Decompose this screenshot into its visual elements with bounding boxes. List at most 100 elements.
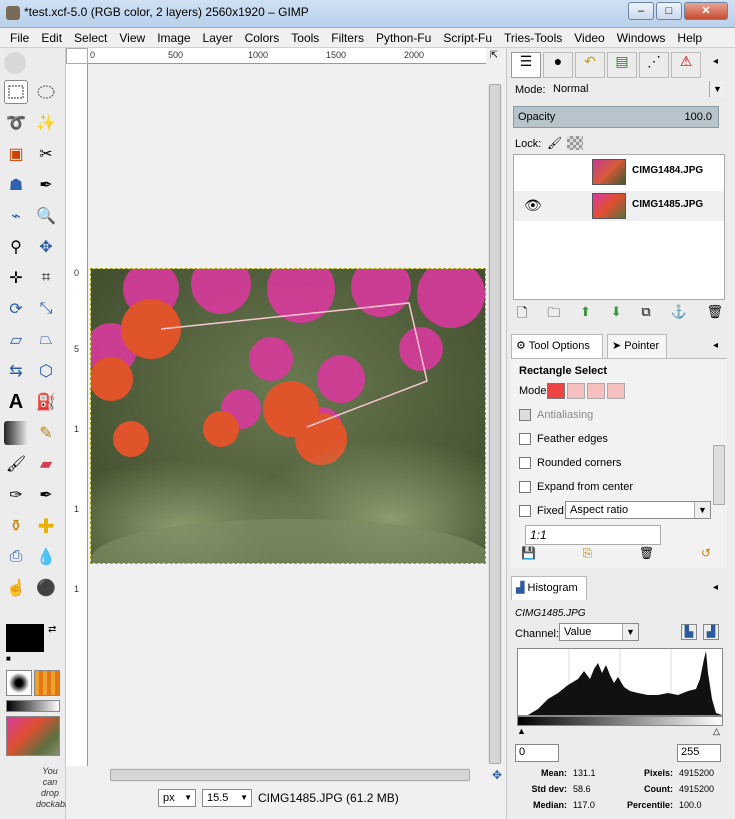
scissors-tool-icon[interactable]: ✂ [34, 142, 58, 166]
lock-alpha-icon[interactable] [567, 136, 583, 150]
swap-colors-icon[interactable]: ⇄ [48, 624, 56, 635]
pencil-tool-icon[interactable]: ✎ [34, 421, 58, 445]
antialiasing-option[interactable]: Antialiasing [519, 409, 593, 422]
lower-layer-icon[interactable]: ⬇ [611, 304, 622, 326]
rounded-option[interactable]: Rounded corners [519, 457, 621, 470]
mode-add-icon[interactable] [567, 383, 585, 399]
close-button[interactable]: ✕ [684, 2, 728, 20]
rotate-tool-icon[interactable]: ⟳ [4, 297, 28, 321]
vertical-scrollbar[interactable] [488, 84, 502, 764]
rect-select-tool-icon[interactable] [4, 80, 28, 104]
delete-layer-icon[interactable]: 🗑 [706, 304, 723, 326]
duplicate-layer-icon[interactable]: ⧉ [641, 304, 650, 326]
menu-image[interactable]: Image [151, 28, 196, 47]
expand-checkbox[interactable] [519, 481, 531, 494]
foreground-select-tool-icon[interactable]: ☗ [4, 173, 28, 197]
airbrush-tool-icon[interactable]: ✑ [4, 483, 28, 507]
tool-options-scrollbar[interactable] [713, 445, 725, 505]
histogram-graph[interactable] [517, 648, 723, 716]
paths-tool-icon[interactable]: ✒ [34, 173, 58, 197]
smudge-tool-icon[interactable]: ☝ [4, 576, 28, 600]
mode-subtract-icon[interactable] [587, 383, 605, 399]
cage-tool-icon[interactable]: ⬡ [34, 359, 58, 383]
crop-tool-icon[interactable]: ⌗ [34, 266, 58, 290]
linear-histogram-icon[interactable]: ▙ [681, 624, 697, 640]
anchor-layer-icon[interactable]: ⚓ [670, 304, 686, 326]
flip-tool-icon[interactable]: ⇆ [4, 359, 28, 383]
blend-tool-icon[interactable] [4, 421, 28, 445]
aspect-ratio-field[interactable]: 1:1 [525, 525, 661, 545]
log-histogram-icon[interactable]: ▟ [703, 624, 719, 640]
feather-option[interactable]: Feather edges [519, 433, 608, 446]
menu-python-fu[interactable]: Python-Fu [370, 28, 437, 47]
scale-tool-icon[interactable]: ⤡ [34, 297, 58, 321]
restore-options-icon[interactable]: ⎘ [583, 546, 593, 561]
menu-edit[interactable]: Edit [35, 28, 68, 47]
measure-tool-icon[interactable]: ⚲ [4, 235, 28, 259]
text-tool-icon[interactable]: A [4, 390, 28, 414]
range-low-spin[interactable]: 0 [515, 744, 559, 762]
layer-row[interactable]: 👁 CIMG1485.JPG [514, 191, 724, 221]
minimize-button[interactable]: ‒ [628, 2, 654, 20]
perspective-tool-icon[interactable]: ⏢ [34, 328, 58, 352]
range-high-spin[interactable]: 255 [677, 744, 721, 762]
channels-tab-icon[interactable]: ▤ [607, 52, 637, 78]
align-tool-icon[interactable]: ✛ [4, 266, 28, 290]
layer-mode-select[interactable]: Normal ▼ [549, 81, 725, 99]
clone-tool-icon[interactable]: ⚱ [4, 514, 28, 538]
configure-tab-icon[interactable]: ◂ [713, 340, 718, 351]
fuzzy-select-tool-icon[interactable]: ✨ [34, 111, 58, 135]
feather-checkbox[interactable] [519, 433, 531, 446]
tab-tool-options[interactable]: ⚙ Tool Options [511, 334, 603, 358]
image-canvas[interactable] [90, 268, 486, 564]
horizontal-scroll-thumb[interactable] [110, 769, 470, 781]
quick-mask-corner[interactable] [66, 48, 88, 64]
navigate-icon[interactable]: ✥ [492, 768, 502, 782]
lock-pixels-icon[interactable]: 🖌 [547, 136, 562, 150]
pattern-preview[interactable] [34, 670, 60, 696]
horizontal-scrollbar[interactable] [110, 768, 470, 782]
free-select-tool-icon[interactable]: ➰ [4, 111, 28, 135]
fixed-checkbox[interactable] [519, 505, 531, 518]
range-low-marker-icon[interactable]: ▲ [517, 726, 526, 736]
heal-tool-icon[interactable]: ✚ [34, 514, 58, 538]
delete-options-icon[interactable]: 🗑 [639, 546, 654, 561]
zoom-select[interactable]: 15.5 ▼ [202, 789, 252, 807]
save-options-icon[interactable]: 💾 [521, 546, 536, 561]
eraser-tool-icon[interactable]: ▰ [34, 452, 58, 476]
zoom-fit-icon[interactable]: ⇱ [488, 50, 500, 62]
configure-tab-icon[interactable]: ◂ [713, 582, 718, 593]
expand-option[interactable]: Expand from center [519, 481, 633, 494]
new-layer-group-icon[interactable]: 🗀 [547, 304, 560, 326]
range-high-marker-icon[interactable]: △ [713, 726, 720, 737]
menu-tries-tools[interactable]: Tries-Tools [498, 28, 568, 47]
color-select-tool-icon[interactable]: ▣ [4, 142, 28, 166]
ink-tool-icon[interactable]: ✒ [34, 483, 58, 507]
horizontal-ruler[interactable]: 0 500 1000 1500 2000 [88, 48, 486, 64]
gradient-preview[interactable] [6, 700, 60, 712]
dodge-burn-tool-icon[interactable]: ⚫ [34, 576, 58, 600]
opacity-slider[interactable]: Opacity 100.0 [513, 106, 719, 128]
menu-file[interactable]: File [4, 28, 35, 47]
tab-pointer[interactable]: ➤ Pointer [607, 334, 667, 358]
layer-row[interactable]: CIMG1484.JPG [514, 157, 724, 187]
brushes-tab-icon[interactable]: ● [543, 52, 573, 78]
fixed-option[interactable]: Fixed: [519, 505, 567, 518]
eye-visibility-icon[interactable]: 👁 [524, 197, 542, 214]
paths-tab-icon[interactable]: ⋰ [639, 52, 669, 78]
vertical-scroll-thumb[interactable] [489, 84, 501, 764]
configure-tab-icon[interactable]: ◂ [713, 56, 718, 67]
menu-script-fu[interactable]: Script-Fu [437, 28, 498, 47]
shear-tool-icon[interactable]: ▱ [4, 328, 28, 352]
unit-select[interactable]: px ▼ [158, 789, 196, 807]
default-colors-icon[interactable]: ■ [6, 654, 11, 663]
menu-filters[interactable]: Filters [325, 28, 370, 47]
menu-colors[interactable]: Colors [239, 28, 286, 47]
maximize-button[interactable]: □ [656, 2, 682, 20]
menu-help[interactable]: Help [671, 28, 708, 47]
mode-replace-icon[interactable] [547, 383, 565, 399]
layers-tab-icon[interactable]: ☰ [511, 52, 541, 78]
bucket-fill-tool-icon[interactable]: ⛽ [34, 390, 58, 414]
tab-histogram[interactable]: ▟ Histogram [511, 576, 587, 600]
move-tool-icon[interactable]: ✥ [34, 235, 58, 259]
